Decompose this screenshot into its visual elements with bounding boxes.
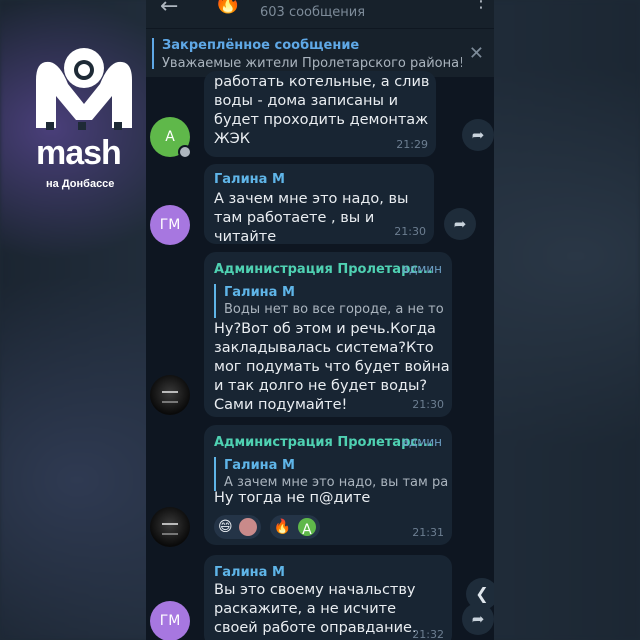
reaction-chip[interactable]: 😄 bbox=[214, 515, 262, 539]
share-arrow-icon[interactable]: ➦ bbox=[444, 208, 476, 240]
message-time: 21:31 bbox=[412, 526, 444, 539]
admin-avatar[interactable] bbox=[150, 507, 190, 547]
sender-name[interactable]: Администрация Пролетарс... bbox=[214, 433, 433, 452]
reaction-chip[interactable]: 🔥 А bbox=[269, 515, 320, 539]
mash-logo-mark bbox=[36, 48, 132, 130]
message-bubble[interactable]: Администрация Пролетарс... админ Галина … bbox=[204, 252, 452, 417]
chat-header: ← 🔥 603 сообщения ⋮ bbox=[146, 0, 494, 28]
message-time: 21:29 bbox=[396, 138, 428, 151]
arrow-left-icon[interactable]: ← bbox=[160, 0, 184, 22]
sender-name[interactable]: Галина М bbox=[214, 563, 285, 582]
close-icon[interactable]: ✕ bbox=[469, 43, 484, 64]
message-bubble[interactable]: Галина М А зачем мне это надо, вы там ра… bbox=[204, 164, 434, 245]
message-text: Ну тогда не п@дите bbox=[214, 490, 371, 506]
avatar[interactable]: ГМ bbox=[150, 205, 190, 245]
reactor-initials: А bbox=[302, 522, 312, 538]
mash-logo: mash на Донбассе bbox=[28, 40, 140, 200]
telegram-chat-screen: ← 🔥 603 сообщения ⋮ Закреплённое сообщен… bbox=[146, 0, 494, 640]
admin-avatar[interactable] bbox=[150, 375, 190, 415]
reply-quote[interactable]: Галина М А зачем мне это надо, вы там ра… bbox=[214, 457, 448, 491]
message-time: 21:32 bbox=[412, 628, 444, 640]
avatar-initials: А bbox=[165, 129, 175, 145]
reply-sender: Галина М bbox=[224, 285, 295, 300]
sender-name[interactable]: Администрация Пролетарс... bbox=[214, 260, 433, 279]
pinned-accent-bar bbox=[152, 38, 154, 69]
pinned-message[interactable]: Закреплённое сообщение Уважаемые жители … bbox=[146, 28, 494, 77]
share-arrow-icon[interactable]: ➦ bbox=[462, 603, 494, 635]
more-vertical-icon[interactable]: ⋮ bbox=[472, 0, 490, 11]
reactions: 😄 🔥 А bbox=[214, 515, 324, 539]
avatar-initials: ГМ bbox=[159, 613, 181, 629]
avatar[interactable]: А bbox=[150, 117, 192, 159]
message-bubble[interactable]: Галина М Вы это своему начальству раскаж… bbox=[204, 555, 452, 640]
pinned-text: Уважаемые жители Пролетарского района!..… bbox=[162, 56, 462, 71]
logo-subtitle: на Донбассе bbox=[46, 178, 115, 190]
admin-badge: админ bbox=[401, 262, 442, 276]
reply-sender: Галина М bbox=[224, 458, 295, 473]
avatar[interactable]: ГМ bbox=[150, 601, 190, 640]
share-arrow-icon[interactable]: ➦ bbox=[462, 119, 494, 151]
reply-text: Воды нет во все городе, а не тол... bbox=[224, 302, 444, 317]
message-bubble[interactable]: Администрация Пролетарс... админ Галина … bbox=[204, 425, 452, 545]
online-indicator bbox=[178, 145, 192, 159]
message-text: Вы это своему начальству раскажите, а не… bbox=[214, 582, 417, 636]
message-time: 21:30 bbox=[394, 225, 426, 238]
reactor-avatar: А bbox=[297, 518, 316, 538]
chat-subtitle: 603 сообщения bbox=[260, 5, 366, 20]
message-bubble[interactable]: работать котельные, а слив воды - дома з… bbox=[204, 71, 436, 157]
admin-badge: админ bbox=[401, 435, 442, 449]
sender-name[interactable]: Галина М bbox=[214, 170, 285, 189]
reactor-avatar bbox=[239, 518, 258, 536]
logo-brand: mash bbox=[36, 134, 122, 172]
reply-quote[interactable]: Галина М Воды нет во все городе, а не то… bbox=[214, 284, 444, 318]
message-time: 21:30 bbox=[412, 398, 444, 411]
reaction-emoji: 🔥 bbox=[273, 519, 292, 535]
chat-avatar[interactable]: 🔥 bbox=[212, 0, 244, 20]
avatar-initials: ГМ bbox=[159, 217, 181, 233]
reaction-emoji: 😄 bbox=[218, 519, 233, 535]
message-feed[interactable]: работать котельные, а слив воды - дома з… bbox=[146, 71, 494, 640]
pinned-title: Закреплённое сообщение bbox=[162, 38, 360, 53]
